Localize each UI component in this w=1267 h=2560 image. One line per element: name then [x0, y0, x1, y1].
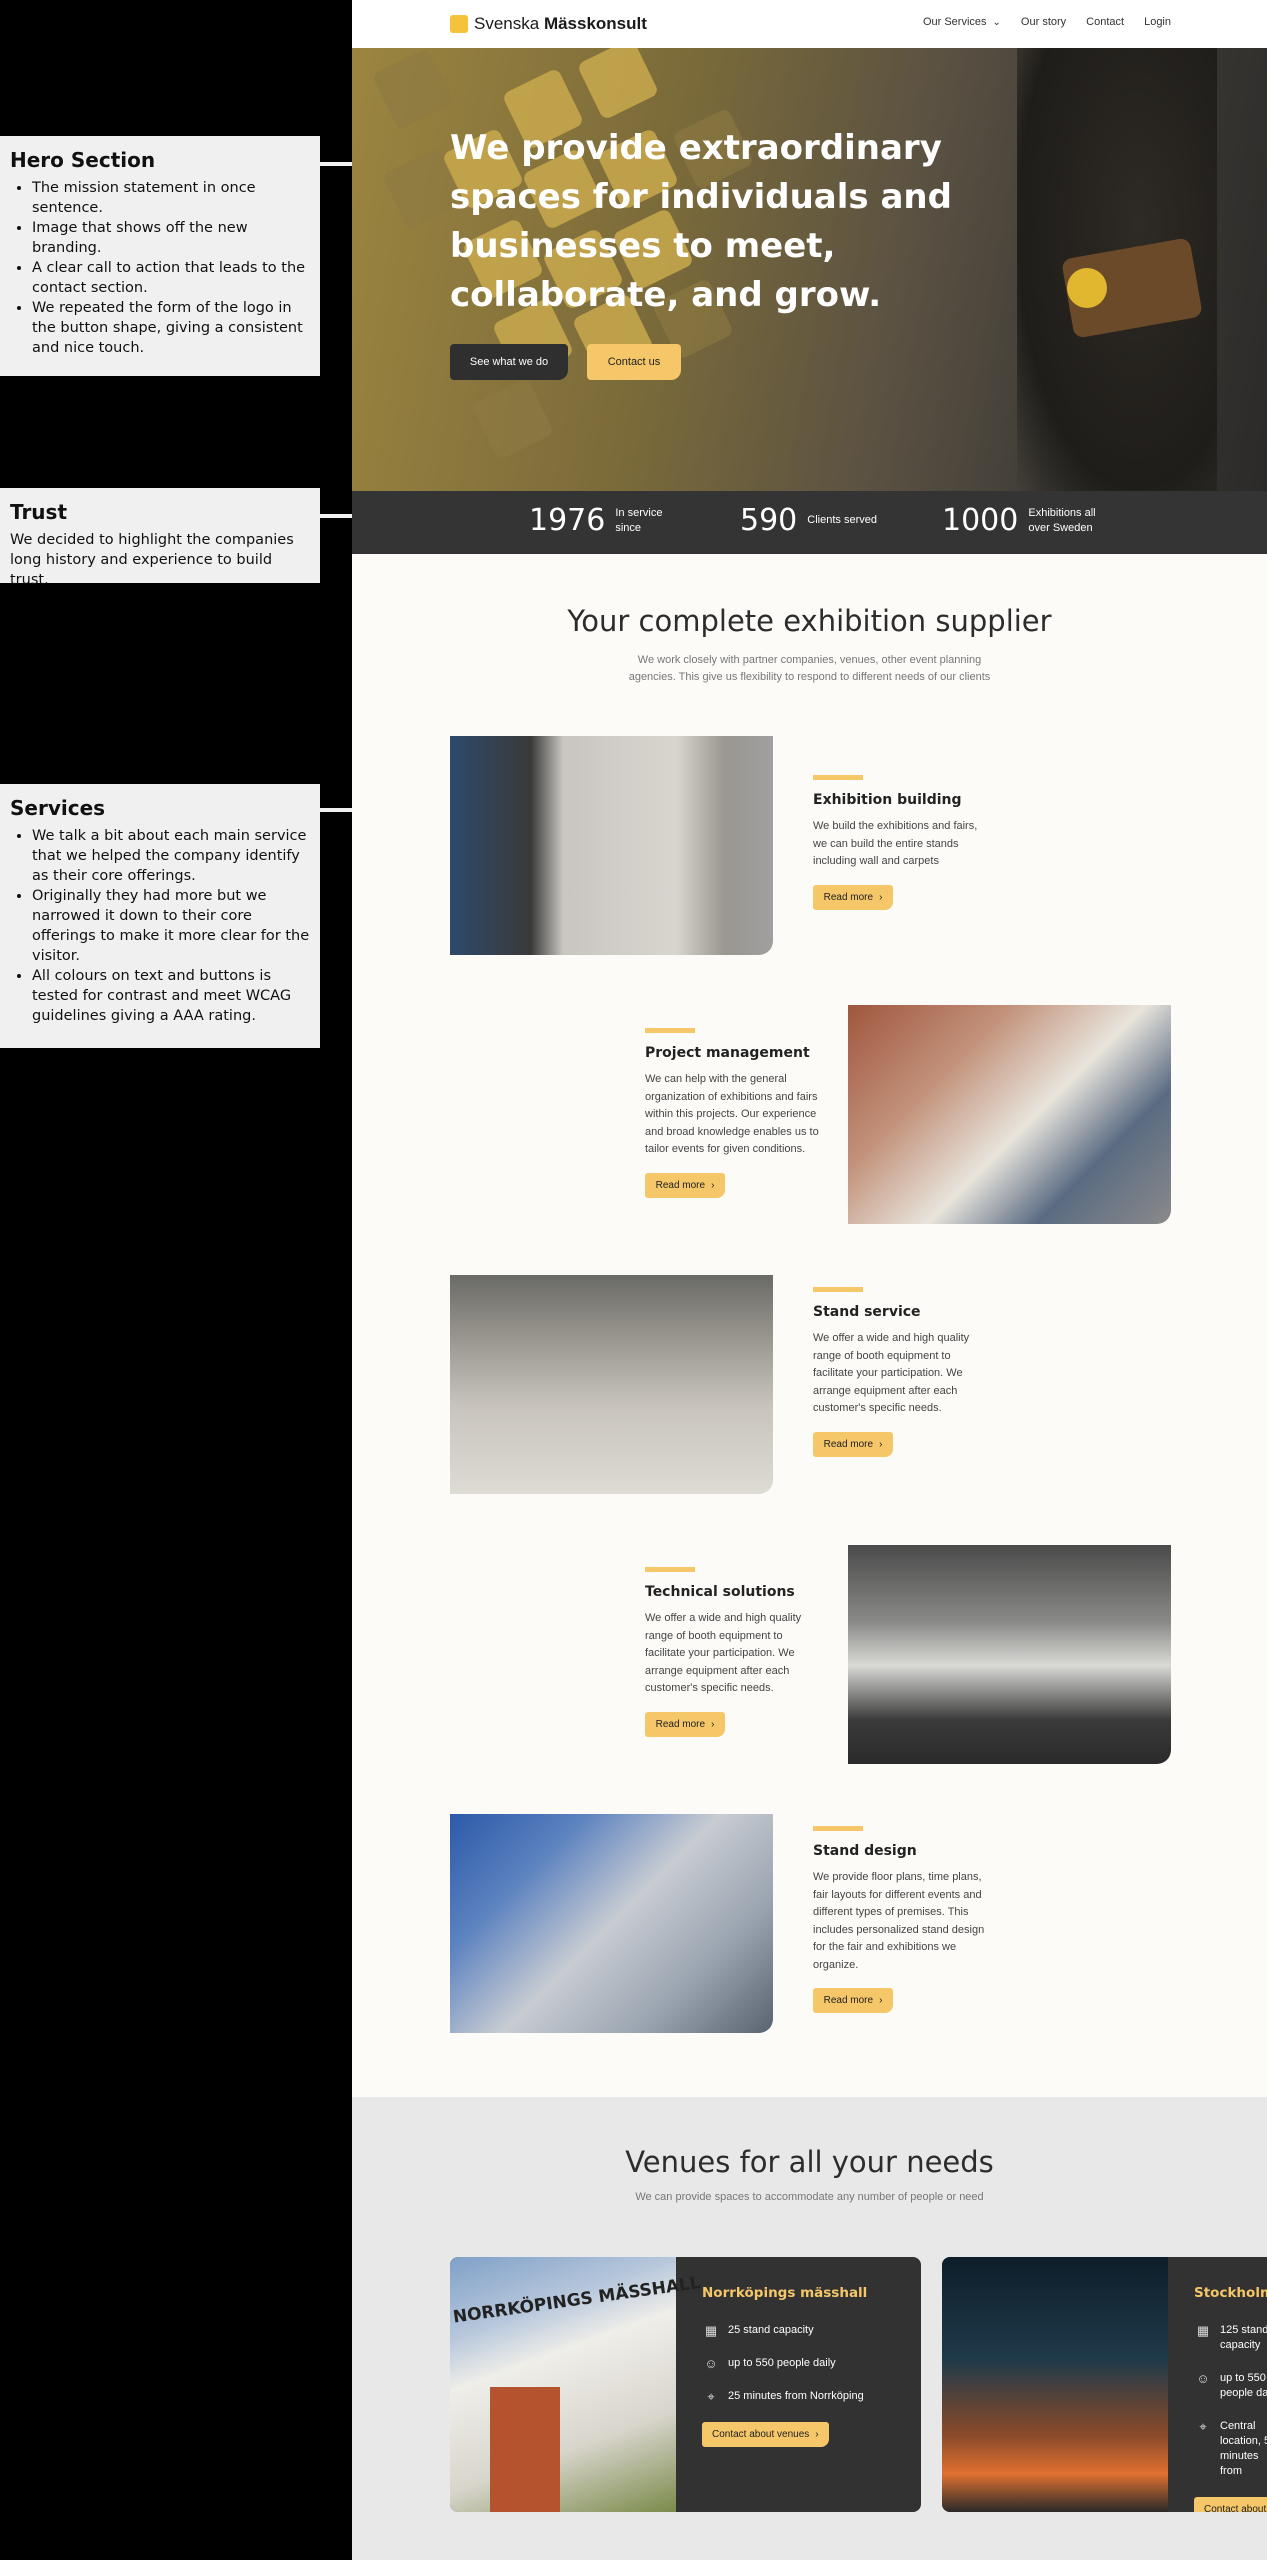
service-description: We can help with the general organizatio…	[645, 1073, 819, 1155]
venue-image	[942, 2257, 1168, 2512]
nav-our-story[interactable]: Our story	[1021, 16, 1066, 28]
chevron-right-icon: ›	[711, 1179, 715, 1191]
accent-bar	[813, 1826, 863, 1831]
chevron-right-icon: ›	[879, 1438, 883, 1450]
venue-name: Stockholm	[1194, 2285, 1267, 2301]
supplier-title: Your complete exhibition supplier	[567, 604, 1052, 638]
service-description: We offer a wide and high quality range o…	[813, 1332, 970, 1414]
service-project-management: Project management We can help with the …	[645, 1028, 825, 1198]
trust-stats-bar: 1976 In service since 590 Clients served 1…	[352, 491, 1267, 554]
service-technical-solutions: Technical solutions We offer a wide and …	[645, 1567, 825, 1737]
map-icon: ▦	[1196, 2323, 1210, 2338]
venue-people: ☺up to 550 people daily	[1194, 2371, 1267, 2401]
accent-bar	[813, 775, 863, 780]
stat-founded: 1976 In service since	[529, 503, 663, 538]
read-more-button[interactable]: Read more ›	[813, 884, 893, 910]
website-page: Svenska Mässkonsult Our Services ⌄ Our st…	[352, 0, 1267, 2560]
annotation-trust-body: We decided to highlight the companies lo…	[10, 532, 294, 588]
venue-image: NORRKÖPINGS MÄSSHALL	[450, 2257, 702, 2512]
annotation-services-item: Originally they had more but we narrowed…	[32, 886, 310, 966]
read-more-button[interactable]: Read more ›	[645, 1172, 725, 1198]
project-management-image	[848, 1005, 1171, 1224]
annotation-services-item: All colours on text and buttons is teste…	[32, 966, 310, 1026]
measuring-tape-image	[1067, 268, 1107, 308]
read-more-button[interactable]: Read more ›	[813, 1431, 893, 1457]
service-stand-design: Stand design We provide floor plans, tim…	[813, 1826, 993, 2013]
accent-bar	[813, 1287, 863, 1292]
map-icon: ▦	[704, 2323, 718, 2338]
stand-design-image	[450, 1814, 773, 2033]
service-title: Stand design	[813, 1843, 917, 1859]
venue-card-norrkoping: NORRKÖPINGS MÄSSHALL Norrköpings mässhal…	[450, 2257, 921, 2512]
venue-capacity: ▦ 125 stand capacity	[1194, 2323, 1267, 2353]
read-more-button[interactable]: Read more ›	[813, 1988, 893, 2013]
service-stand-service: Stand service We offer a wide and high q…	[813, 1287, 993, 1457]
venue-info: Norrköpings mässhall ▦ 25 stand capacity …	[676, 2257, 921, 2512]
venue-people: ☺up to 550 people daily	[702, 2356, 895, 2371]
location-pin-icon: ⌖	[1199, 2419, 1207, 2434]
accent-bar	[645, 1567, 695, 1572]
annotation-services-item: We talk a bit about each main service th…	[32, 826, 310, 886]
venue-location: ⌖ 25 minutes from Norrköping	[702, 2389, 895, 2404]
accent-bar	[645, 1028, 695, 1033]
site-header: Svenska Mässkonsult Our Services ⌄ Our st…	[352, 0, 1267, 48]
see-what-we-do-button[interactable]: See what we do	[450, 344, 568, 380]
building-sign: NORRKÖPINGS MÄSSHALL	[451, 2273, 702, 2328]
chevron-right-icon: ›	[879, 891, 883, 903]
annotation-hero-title: Hero Section	[10, 148, 156, 172]
service-exhibition-building: Exhibition building We build the exhibit…	[813, 775, 993, 910]
service-description: We provide floor plans, time plans, fair…	[813, 1871, 985, 1971]
annotation-trust: Trust We decided to highlight the compan…	[0, 488, 320, 588]
read-more-button[interactable]: Read more ›	[645, 1711, 725, 1737]
main-nav: Our Services ⌄ Our story Contact Login	[923, 16, 1171, 28]
stat-exhibitions: 1000 Exhibitions all over Sweden	[942, 503, 1096, 538]
venues-subtitle: We can provide spaces to accommodate any…	[635, 2191, 984, 2203]
logo-square-icon	[450, 15, 468, 33]
stand-service-image	[450, 1275, 773, 1494]
annotation-hero-item: A clear call to action that leads to the…	[32, 258, 310, 298]
chevron-right-icon: ›	[815, 2429, 819, 2440]
venue-capacity: ▦ 25 stand capacity	[702, 2323, 895, 2338]
hero-section: We provide extraordinary spaces for indi…	[352, 48, 1267, 491]
chevron-right-icon: ›	[879, 1995, 883, 2006]
chevron-right-icon: ›	[711, 1718, 715, 1730]
chevron-down-icon: ⌄	[992, 16, 1001, 28]
nav-login[interactable]: Login	[1144, 16, 1171, 28]
logo-text: Svenska Mässkonsult	[474, 14, 647, 33]
service-title: Project management	[645, 1045, 810, 1061]
hero-headline: We provide extraordinary spaces for indi…	[450, 128, 952, 315]
annotation-hero-item: We repeated the form of the logo in the …	[32, 298, 310, 358]
venue-info: Stockholm ▦ 125 stand capacity ☺ up to 550…	[1168, 2257, 1267, 2512]
venues-section: Venues for all your needs We can provide…	[352, 2097, 1267, 2560]
contact-about-venues-button[interactable]: Contact about venues	[1194, 2497, 1267, 2512]
service-title: Technical solutions	[645, 1584, 795, 1600]
contact-about-venues-button[interactable]: Contact about venues ›	[702, 2422, 829, 2447]
annotation-hero-item: Image that shows off the new branding.	[32, 218, 310, 258]
service-description: We build the exhibitions and fairs, we c…	[813, 820, 978, 867]
venue-location: ⌖ Central location, 5 minutes from	[1194, 2419, 1267, 2479]
people-icon: ☺	[704, 2356, 718, 2371]
service-title: Stand service	[813, 1304, 921, 1320]
annotation-services: Services We talk a bit about each main s…	[0, 784, 320, 1048]
people-icon: ☺	[1196, 2371, 1210, 2386]
venue-door	[490, 2387, 560, 2512]
contact-us-button[interactable]: Contact us	[587, 344, 681, 380]
annotation-trust-title: Trust	[10, 500, 68, 524]
nav-contact[interactable]: Contact	[1086, 16, 1124, 28]
site-logo[interactable]: Svenska Mässkonsult	[450, 14, 647, 34]
exhibition-building-image	[450, 736, 773, 955]
annotation-services-title: Services	[10, 796, 106, 820]
technical-solutions-image	[848, 1545, 1171, 1764]
annotation-hero-item: The mission statement in once sentence.	[32, 178, 310, 218]
venue-card-stockholm: Stockholm ▦ 125 stand capacity ☺ up to 550…	[942, 2257, 1267, 2512]
supplier-subtitle: We work closely with partner companies, …	[628, 654, 991, 683]
nav-our-services[interactable]: Our Services ⌄	[923, 16, 1001, 28]
venue-name: Norrköpings mässhall	[702, 2285, 868, 2301]
annotation-hero: Hero Section The mission statement in on…	[0, 136, 320, 376]
service-title: Exhibition building	[813, 792, 962, 808]
service-description: We offer a wide and high quality range o…	[645, 1612, 802, 1694]
venues-title: Venues for all your needs	[625, 2145, 994, 2179]
location-pin-icon: ⌖	[707, 2389, 715, 2404]
stat-clients: 590 Clients served	[740, 503, 877, 538]
